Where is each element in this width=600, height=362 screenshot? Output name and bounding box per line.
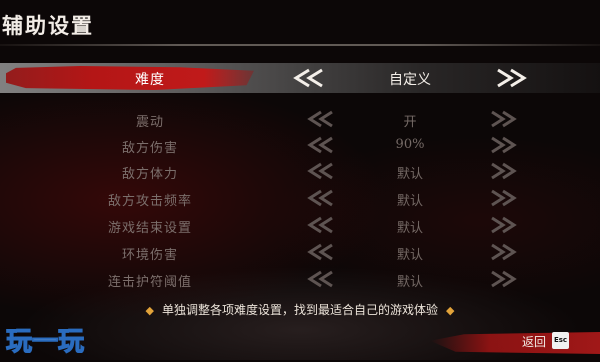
back-button[interactable]: 返回 Esc xyxy=(430,328,600,360)
diamond-icon: ◆ xyxy=(145,304,154,317)
setting-label: 游戏结束设置 xyxy=(107,221,192,236)
setting-row-vibration[interactable]: 震动 开 xyxy=(0,106,600,132)
watermark-text: 玩一玩 xyxy=(6,327,84,357)
setting-row-enemy-stamina[interactable]: 敌方体力 默认 xyxy=(0,158,600,184)
double-chevron-left-icon[interactable] xyxy=(306,135,340,155)
double-chevron-left-icon[interactable] xyxy=(306,109,340,129)
setting-value: 90% xyxy=(395,137,425,152)
back-label: 返回 xyxy=(522,335,547,349)
double-chevron-right-icon[interactable] xyxy=(484,188,518,208)
page-title: 辅助设置 xyxy=(2,13,94,38)
back-button-brush xyxy=(430,332,600,354)
double-chevron-left-icon[interactable] xyxy=(306,242,340,262)
double-chevron-left-icon[interactable] xyxy=(292,68,332,88)
hint-text: ◆ 单独调整各项难度设置，找到最适合自己的游戏体验 ◆ xyxy=(0,301,600,318)
setting-value: 默认 xyxy=(396,221,423,236)
double-chevron-right-icon[interactable] xyxy=(488,68,528,88)
double-chevron-left-icon[interactable] xyxy=(306,215,340,235)
double-chevron-right-icon[interactable] xyxy=(484,269,518,289)
double-chevron-right-icon[interactable] xyxy=(484,215,518,235)
setting-value: 自定义 xyxy=(389,72,431,88)
setting-value: 开 xyxy=(403,115,417,130)
setting-label: 敌方攻击频率 xyxy=(107,194,192,209)
setting-row-enemy-attack-frequency[interactable]: 敌方攻击频率 默认 xyxy=(0,185,600,211)
setting-label: 敌方体力 xyxy=(121,167,178,182)
setting-row-environment-damage[interactable]: 环境伤害 默认 xyxy=(0,239,600,265)
double-chevron-left-icon[interactable] xyxy=(306,269,340,289)
setting-row-difficulty[interactable]: 难度 自定义 xyxy=(0,63,600,93)
double-chevron-left-icon[interactable] xyxy=(306,188,340,208)
header-divider xyxy=(0,44,600,46)
setting-value: 默认 xyxy=(396,275,423,290)
setting-row-enemy-damage[interactable]: 敌方伤害 90% xyxy=(0,132,600,158)
double-chevron-right-icon[interactable] xyxy=(484,135,518,155)
double-chevron-right-icon[interactable] xyxy=(484,242,518,262)
double-chevron-left-icon[interactable] xyxy=(306,161,340,181)
setting-row-combo-charm-threshold[interactable]: 连击护符阈值 默认 xyxy=(0,266,600,292)
double-chevron-right-icon[interactable] xyxy=(484,161,518,181)
setting-label: 连击护符阈值 xyxy=(107,275,192,290)
setting-label: 难度 xyxy=(135,72,165,88)
diamond-icon: ◆ xyxy=(446,304,455,317)
setting-row-game-over[interactable]: 游戏结束设置 默认 xyxy=(0,212,600,238)
watermark-logo: 玩一玩 xyxy=(4,322,104,358)
setting-value: 默认 xyxy=(396,194,423,209)
setting-label: 敌方伤害 xyxy=(121,141,178,156)
title-bar: 辅助设置 xyxy=(0,0,600,44)
setting-value: 默认 xyxy=(396,248,423,263)
double-chevron-right-icon[interactable] xyxy=(484,109,518,129)
setting-value: 默认 xyxy=(396,167,423,182)
esc-key-icon: Esc xyxy=(552,332,569,349)
hint-message: 单独调整各项难度设置，找到最适合自己的游戏体验 xyxy=(161,303,438,317)
setting-label: 环境伤害 xyxy=(121,248,178,263)
setting-label: 震动 xyxy=(135,115,164,130)
